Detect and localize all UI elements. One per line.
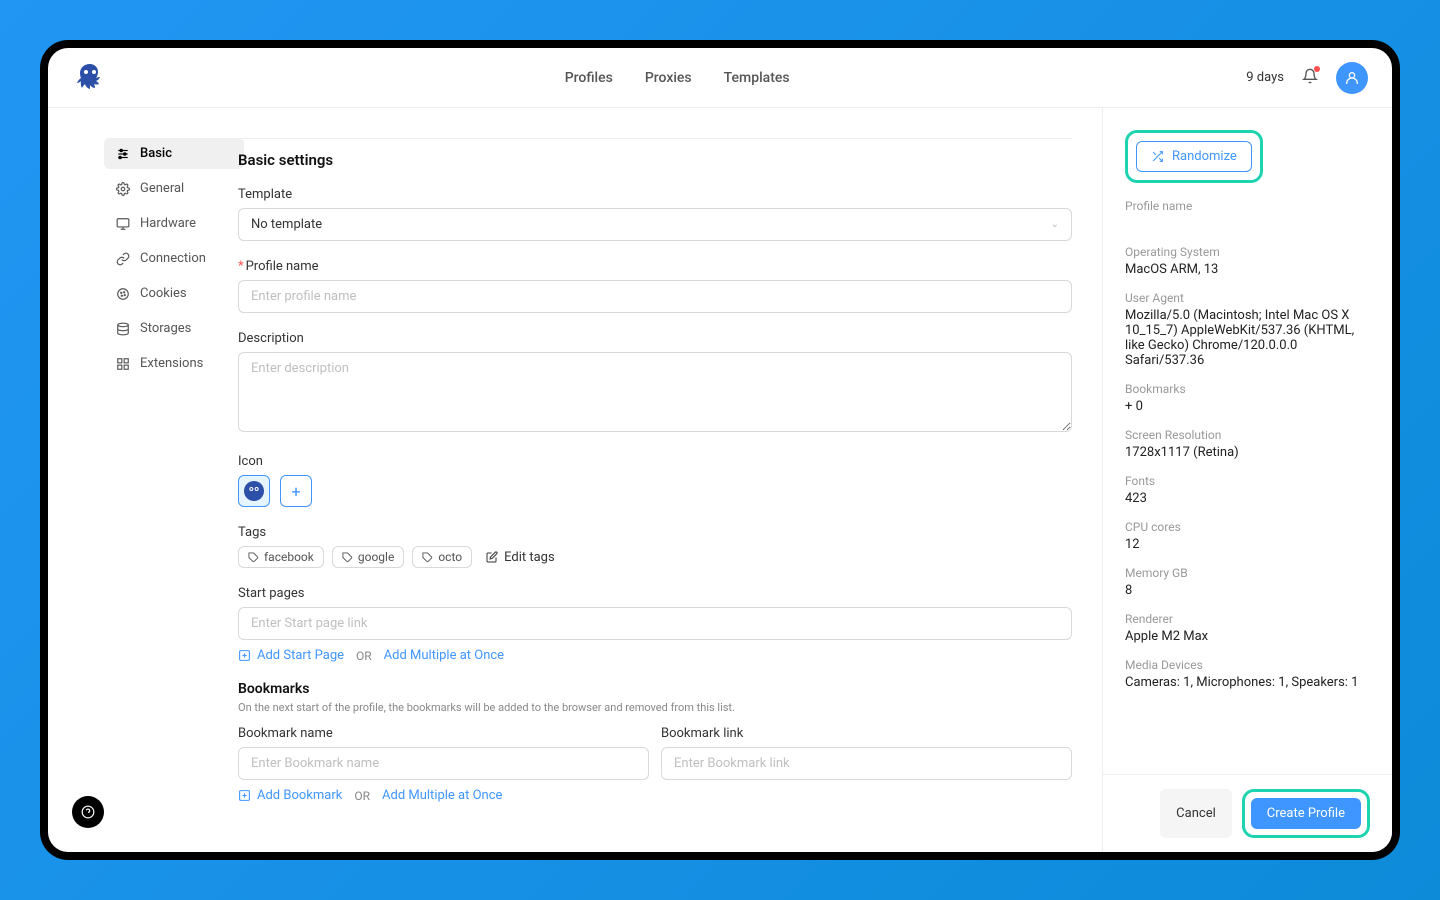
cookie-icon <box>116 287 130 301</box>
question-icon <box>81 805 95 819</box>
info-value: 1728x1117 (Retina) <box>1125 445 1370 460</box>
sidebar-item-label: Storages <box>140 321 191 336</box>
info-label: CPU cores <box>1125 520 1370 534</box>
cancel-button[interactable]: Cancel <box>1160 789 1232 838</box>
description-input[interactable] <box>238 352 1072 432</box>
info-value: 423 <box>1125 491 1370 506</box>
bookmark-name-label: Bookmark name <box>238 726 649 741</box>
icon-add-button[interactable]: + <box>280 475 312 507</box>
randomize-button[interactable]: Randomize <box>1136 141 1252 172</box>
bookmarks-desc: On the next start of the profile, the bo… <box>238 701 1072 714</box>
add-bookmark-button[interactable]: Add Bookmark <box>238 788 342 803</box>
help-button[interactable] <box>72 796 104 828</box>
settings-sidebar: Basic General Hardware Connection Cookie… <box>48 108 218 852</box>
link-icon <box>116 252 130 266</box>
highlight-create: Create Profile <box>1242 789 1370 838</box>
profile-summary-panel: Randomize Profile name Operating System … <box>1102 108 1392 852</box>
info-value: MacOS ARM, 13 <box>1125 262 1370 277</box>
info-value: 8 <box>1125 583 1370 598</box>
profile-name-input[interactable] <box>238 280 1072 313</box>
main-form: Basic settings Template No template ⌄ *P… <box>218 108 1102 852</box>
divider <box>238 138 1072 139</box>
tag-icon <box>422 552 433 563</box>
sidebar-item-label: Extensions <box>140 356 203 371</box>
icon-label: Icon <box>238 454 1072 469</box>
app-logo <box>72 60 108 96</box>
monitor-icon <box>116 217 130 231</box>
info-label: User Agent <box>1125 291 1370 305</box>
info-label: Screen Resolution <box>1125 428 1370 442</box>
info-value: + 0 <box>1125 399 1370 414</box>
database-icon <box>116 322 130 336</box>
notification-dot-icon <box>1314 66 1320 72</box>
tag-google[interactable]: google <box>332 546 404 568</box>
start-page-input[interactable] <box>238 607 1072 640</box>
gear-icon <box>116 182 130 196</box>
plus-icon: + <box>291 482 300 501</box>
sidebar-item-label: General <box>140 181 184 196</box>
nav-proxies[interactable]: Proxies <box>645 70 692 86</box>
info-label: Memory GB <box>1125 566 1370 580</box>
sidebar-item-label: Cookies <box>140 286 187 301</box>
shuffle-icon <box>1151 150 1164 163</box>
app-header: Profiles Proxies Templates 9 days <box>48 48 1392 108</box>
info-value: Cameras: 1, Microphones: 1, Speakers: 1 <box>1125 675 1370 690</box>
pencil-icon <box>486 551 498 563</box>
bookmark-link-input[interactable] <box>661 747 1072 780</box>
info-value: Apple M2 Max <box>1125 629 1370 644</box>
template-value: No template <box>251 217 322 232</box>
plus-square-icon <box>238 649 251 662</box>
icon-option-octo[interactable] <box>238 475 270 507</box>
edit-tags-button[interactable]: Edit tags <box>486 550 555 565</box>
nav-templates[interactable]: Templates <box>724 70 790 86</box>
sliders-icon <box>116 147 130 161</box>
or-separator: OR <box>354 789 370 803</box>
sidebar-item-label: Basic <box>140 146 172 161</box>
bookmarks-title: Bookmarks <box>238 681 1072 697</box>
octo-icon <box>242 479 266 503</box>
sidebar-item-label: Hardware <box>140 216 196 231</box>
start-pages-label: Start pages <box>238 586 1072 601</box>
sidebar-item-label: Connection <box>140 251 206 266</box>
summary-profile-name-label: Profile name <box>1125 199 1370 213</box>
description-label: Description <box>238 331 1072 346</box>
info-label: Bookmarks <box>1125 382 1370 396</box>
tag-icon <box>248 552 259 563</box>
user-avatar[interactable] <box>1336 62 1368 94</box>
info-value: Mozilla/5.0 (Macintosh; Intel Mac OS X 1… <box>1125 308 1370 368</box>
puzzle-icon <box>116 357 130 371</box>
highlight-randomize: Randomize <box>1125 130 1263 183</box>
add-multiple-bookmark-button[interactable]: Add Multiple at Once <box>382 788 502 803</box>
tag-octo[interactable]: octo <box>412 546 472 568</box>
action-bar: Cancel Create Profile <box>1102 774 1392 852</box>
info-label: Media Devices <box>1125 658 1370 672</box>
info-value: 12 <box>1125 537 1370 552</box>
tag-facebook[interactable]: facebook <box>238 546 324 568</box>
create-profile-button[interactable]: Create Profile <box>1251 798 1361 829</box>
tag-icon <box>342 552 353 563</box>
bookmark-link-label: Bookmark link <box>661 726 1072 741</box>
basic-settings-title: Basic settings <box>238 151 1072 169</box>
info-label: Operating System <box>1125 245 1370 259</box>
plus-square-icon <box>238 789 251 802</box>
info-label: Fonts <box>1125 474 1370 488</box>
info-label: Renderer <box>1125 612 1370 626</box>
summary-profile-name-value <box>1125 216 1370 231</box>
user-icon <box>1344 70 1360 86</box>
or-separator: OR <box>356 649 372 663</box>
template-label: Template <box>238 187 1072 202</box>
tags-label: Tags <box>238 525 1072 540</box>
profile-name-label: *Profile name <box>238 259 1072 274</box>
notifications-button[interactable] <box>1302 68 1318 88</box>
nav-profiles[interactable]: Profiles <box>565 70 613 86</box>
add-start-page-button[interactable]: Add Start Page <box>238 648 344 663</box>
template-select[interactable]: No template ⌄ <box>238 208 1072 241</box>
add-multiple-start-button[interactable]: Add Multiple at Once <box>384 648 504 663</box>
days-remaining: 9 days <box>1246 70 1284 85</box>
chevron-down-icon: ⌄ <box>1051 219 1059 230</box>
bookmark-name-input[interactable] <box>238 747 649 780</box>
